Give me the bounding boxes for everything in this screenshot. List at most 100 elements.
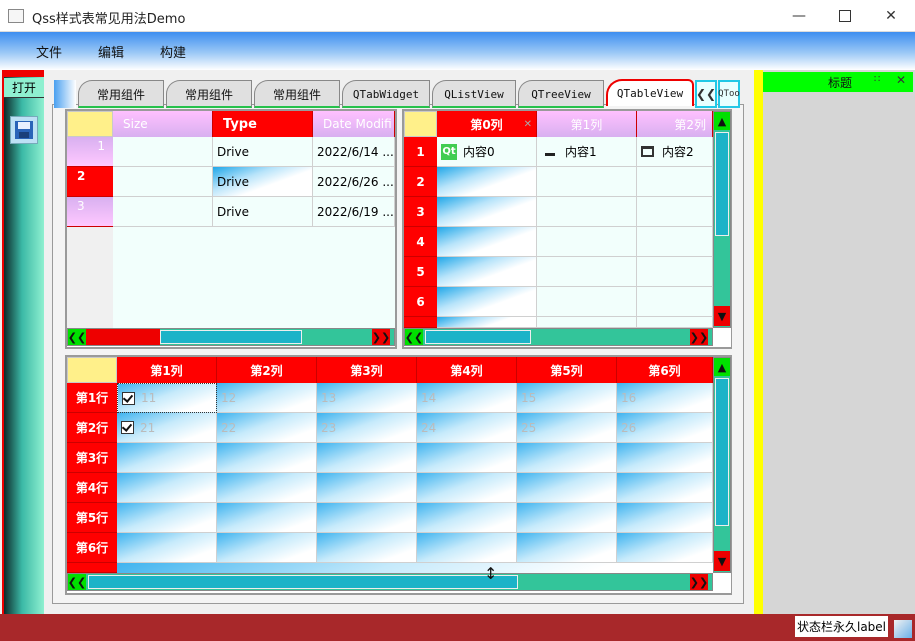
grid-cell[interactable]: 24: [417, 413, 517, 443]
content-cell[interactable]: [637, 197, 713, 227]
content-scroll-right-button[interactable]: ❯❯: [690, 329, 708, 345]
content-scroll-left-button[interactable]: ❮❮: [405, 329, 423, 345]
dock-float-button[interactable]: ∷: [874, 74, 880, 85]
grid-row-label-2[interactable]: 第2行: [67, 413, 117, 443]
checkbox-checked[interactable]: [122, 391, 135, 405]
grid-header-5[interactable]: 第5列: [517, 357, 617, 383]
content-header-2[interactable]: 第2列: [637, 111, 713, 137]
grid-cell[interactable]: [317, 473, 417, 503]
grid-row-label-4[interactable]: 第4行: [67, 473, 117, 503]
tab-qtableview[interactable]: QTableView: [606, 79, 694, 106]
maximize-button[interactable]: [822, 0, 868, 32]
content-header-0[interactable]: 第0列 ✕: [437, 111, 537, 137]
checkbox-checked[interactable]: [121, 421, 134, 434]
grid-cell[interactable]: [117, 473, 217, 503]
file-cell[interactable]: [113, 197, 213, 227]
open-button[interactable]: 打开: [4, 78, 44, 98]
content-cell[interactable]: [637, 257, 713, 287]
tab-qtreeview[interactable]: QTreeView: [518, 80, 604, 108]
file-scroll-right-button[interactable]: ❯❯: [372, 329, 390, 345]
content-cell[interactable]: 内容2: [637, 137, 713, 167]
content-row-label-2[interactable]: 2: [404, 167, 437, 197]
menu-build[interactable]: 构建: [160, 42, 186, 61]
grid-header-4[interactable]: 第4列: [417, 357, 517, 383]
grid-hscroll-thumb[interactable]: [88, 575, 518, 589]
grid-cell[interactable]: [617, 503, 713, 533]
grid-cell[interactable]: [317, 443, 417, 473]
content-cell[interactable]: [537, 227, 637, 257]
grid-cell[interactable]: [517, 473, 617, 503]
grid-row-label-6[interactable]: 第6行: [67, 533, 117, 563]
grid-cell[interactable]: 13: [317, 383, 417, 413]
content-vscroll-thumb[interactable]: [715, 132, 729, 236]
tab-common-3[interactable]: 常用组件: [254, 80, 340, 108]
grid-cell[interactable]: [117, 503, 217, 533]
grid-cell[interactable]: [217, 443, 317, 473]
content-row-label-partial[interactable]: [404, 317, 437, 328]
content-cell[interactable]: [537, 257, 637, 287]
grid-row-label-1[interactable]: 第1行: [67, 383, 117, 413]
grid-header-1[interactable]: 第1列: [117, 357, 217, 383]
grid-header-3[interactable]: 第3列: [317, 357, 417, 383]
grid-cell[interactable]: [417, 443, 517, 473]
file-row-label-3[interactable]: 3: [67, 197, 113, 227]
file-header-type[interactable]: Type: [213, 111, 313, 137]
grid-table-corner[interactable]: [67, 357, 117, 383]
file-scroll-left-button[interactable]: ❮❮: [68, 329, 86, 345]
grid-cell[interactable]: [117, 533, 217, 563]
file-cell[interactable]: 2022/6/26 ...: [313, 167, 395, 197]
dock-close-button[interactable]: ✕: [896, 73, 906, 87]
size-grip-icon[interactable]: [894, 620, 912, 638]
close-button[interactable]: ✕: [868, 0, 914, 32]
tab-qlistview[interactable]: QListView: [432, 80, 516, 108]
file-cell[interactable]: [113, 167, 213, 197]
file-cell-selected[interactable]: Drive: [213, 167, 313, 197]
grid-cell[interactable]: 14: [417, 383, 517, 413]
grid-scroll-down-button[interactable]: ▼: [714, 551, 730, 571]
grid-cell[interactable]: 23: [317, 413, 417, 443]
content-cell[interactable]: [437, 197, 537, 227]
file-cell[interactable]: Drive: [213, 137, 313, 167]
content-cell[interactable]: [637, 227, 713, 257]
grid-cell[interactable]: [217, 503, 317, 533]
content-header-1[interactable]: 第1列: [537, 111, 637, 137]
content-cell[interactable]: [637, 287, 713, 317]
file-cell[interactable]: [113, 137, 213, 167]
grid-cell[interactable]: [217, 533, 317, 563]
file-header-date[interactable]: Date Modifi: [313, 111, 395, 137]
content-cell[interactable]: [537, 287, 637, 317]
grid-scroll-left-button[interactable]: ❮❮: [68, 574, 86, 590]
content-cell[interactable]: [437, 317, 537, 328]
tab-overflow[interactable]: QToo: [718, 80, 740, 108]
content-scroll-up-button[interactable]: ▲: [714, 112, 730, 130]
content-scroll-down-button[interactable]: ▼: [714, 306, 730, 326]
menu-file[interactable]: 文件: [36, 42, 62, 61]
grid-cell[interactable]: 25: [517, 413, 617, 443]
minimize-button[interactable]: —: [776, 0, 822, 32]
grid-cell[interactable]: [217, 473, 317, 503]
content-row-label-6[interactable]: 6: [404, 287, 437, 317]
content-row-label-1[interactable]: 1: [404, 137, 437, 167]
content-cell[interactable]: [437, 257, 537, 287]
file-cell[interactable]: 2022/6/19 ...: [313, 197, 395, 227]
grid-scroll-up-button[interactable]: ▲: [714, 358, 730, 376]
content-cell[interactable]: [537, 167, 637, 197]
grid-vscroll-thumb[interactable]: [715, 378, 729, 526]
file-cell[interactable]: 2022/6/14 ...: [313, 137, 395, 167]
grid-cell[interactable]: [317, 503, 417, 533]
file-row-label-2[interactable]: 2: [67, 167, 113, 197]
content-hscroll-thumb[interactable]: [425, 330, 531, 344]
grid-header-2[interactable]: 第2列: [217, 357, 317, 383]
content-cell[interactable]: [437, 227, 537, 257]
grid-scroll-right-button[interactable]: ❯❯: [690, 574, 708, 590]
content-cell[interactable]: [437, 287, 537, 317]
content-row-label-3[interactable]: 3: [404, 197, 437, 227]
grid-cell[interactable]: [417, 503, 517, 533]
content-cell[interactable]: 内容1: [537, 137, 637, 167]
tab-qtabwidget[interactable]: QTabWidget: [342, 80, 430, 108]
grid-header-6[interactable]: 第6列: [617, 357, 713, 383]
content-cell[interactable]: [437, 167, 537, 197]
grid-cell[interactable]: 26: [617, 413, 713, 443]
grid-cell[interactable]: [317, 533, 417, 563]
content-cell[interactable]: [537, 317, 637, 328]
